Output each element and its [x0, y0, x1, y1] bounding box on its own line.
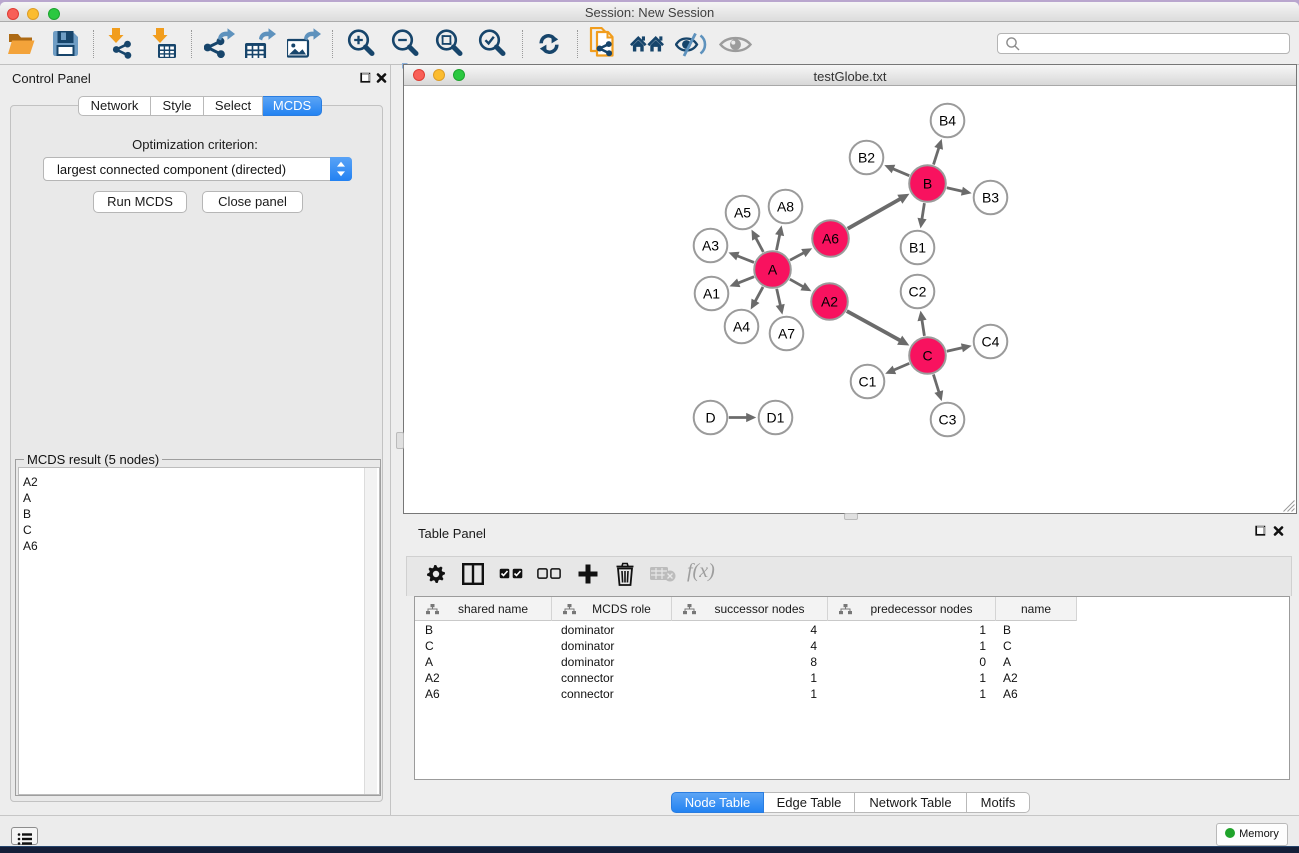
svg-text:A5: A5 [734, 205, 751, 221]
svg-text:A6: A6 [822, 231, 839, 247]
svg-text:D: D [705, 410, 715, 426]
svg-text:D1: D1 [767, 410, 785, 426]
svg-text:C4: C4 [982, 334, 1000, 350]
svg-text:C1: C1 [859, 374, 877, 390]
svg-text:A: A [768, 262, 778, 278]
svg-text:B: B [923, 176, 932, 192]
svg-text:A7: A7 [778, 326, 795, 342]
svg-text:B2: B2 [858, 150, 875, 166]
svg-text:A4: A4 [733, 319, 750, 335]
svg-text:B3: B3 [982, 190, 999, 206]
svg-text:C: C [922, 348, 932, 364]
svg-text:C2: C2 [909, 284, 927, 300]
svg-text:B1: B1 [909, 240, 926, 256]
svg-text:A2: A2 [821, 294, 838, 310]
svg-text:A3: A3 [702, 238, 719, 254]
svg-text:C3: C3 [939, 412, 957, 428]
svg-text:A8: A8 [777, 199, 794, 215]
svg-text:B4: B4 [939, 113, 956, 129]
svg-text:A1: A1 [703, 286, 720, 302]
